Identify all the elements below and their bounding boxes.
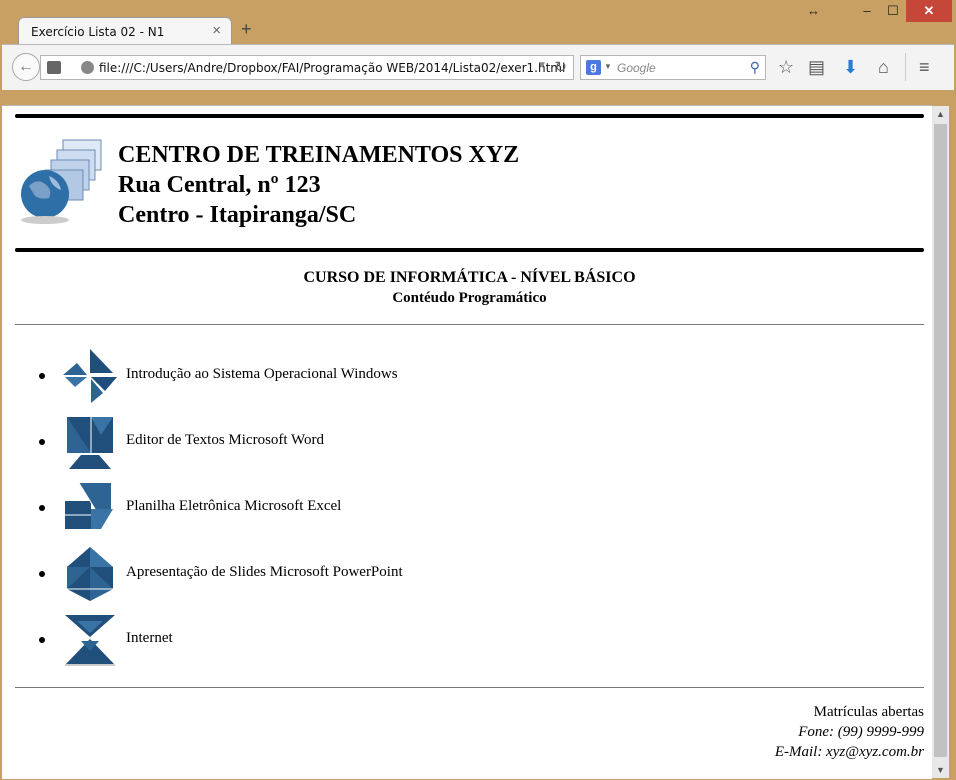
google-icon[interactable]: g (586, 60, 601, 75)
course-heading: CURSO DE INFORMÁTICA - NÍVEL BÁSICO Cont… (15, 268, 924, 308)
company-address: Rua Central, nº 123 (118, 172, 321, 198)
company-name: CENTRO DE TREINAMENTOS XYZ (118, 142, 520, 168)
bullet (39, 373, 45, 379)
search-bar[interactable]: g ▼ Google ⚲ (580, 55, 766, 80)
course-title: CURSO DE INFORMÁTICA - NÍVEL BÁSICO (303, 269, 636, 286)
tangram-windows-icon (63, 349, 117, 403)
menu-icon[interactable]: ≡ (919, 57, 930, 78)
scroll-up-icon[interactable]: ▲ (934, 106, 947, 122)
back-button[interactable]: ← (12, 53, 40, 81)
header-text: CENTRO DE TREINAMENTOS XYZ Rua Central, … (118, 140, 519, 230)
url-dropdown-icon[interactable]: ▼ (537, 60, 547, 71)
course-topic-list: Introdução ao Sistema Operacional Window… (15, 325, 924, 687)
url-bar[interactable]: file:///C:/Users/Andre/Dropbox/FAI/Progr… (40, 55, 574, 80)
page-content: CENTRO DE TREINAMENTOS XYZ Rua Central, … (15, 106, 924, 762)
bullet (39, 571, 45, 577)
bullet (39, 505, 45, 511)
bookmark-star-icon[interactable]: ☆ (778, 57, 794, 78)
navigation-bar: ← file:///C:/Users/Andre/Dropbox/FAI/Pro… (2, 44, 954, 90)
topic-label: Introdução ao Sistema Operacional Window… (126, 366, 398, 382)
enrollment-notice: Matrículas abertas (813, 704, 924, 720)
home-icon[interactable]: ⌂ (878, 57, 889, 78)
globe-windows-logo-icon (21, 139, 102, 224)
scroll-down-icon[interactable]: ▼ (934, 762, 947, 778)
topic-label: Internet (126, 630, 173, 646)
reading-list-icon[interactable]: ▤ (808, 57, 825, 78)
topic-label: Apresentação de Slides Microsoft PowerPo… (126, 564, 403, 580)
topic-label: Planilha Eletrônica Microsoft Excel (126, 498, 342, 514)
search-icon[interactable]: ⚲ (750, 59, 760, 76)
close-window-button[interactable]: ✕ (906, 0, 952, 22)
tab-title: Exercício Lista 02 - N1 (31, 25, 165, 39)
vertical-scrollbar[interactable]: ▲ ▼ (932, 106, 949, 778)
footer-divider (15, 687, 924, 688)
globe-icon (81, 61, 94, 74)
new-tab-icon[interactable]: + (241, 19, 252, 40)
search-engine-dropdown-icon[interactable]: ▼ (604, 62, 612, 71)
download-icon[interactable]: ⬇ (843, 57, 858, 78)
course-subtitle: Contéudo Programático (392, 290, 547, 306)
tangram-word-icon (67, 417, 113, 469)
browser-window: Exercício Lista 02 - N1 × + ↔ – ☐ ✕ ← fi… (0, 0, 956, 780)
page-footer: Matrículas abertas Fone: (99) 9999-999 E… (15, 702, 924, 762)
search-input[interactable]: Google (617, 61, 656, 75)
bullet (39, 439, 45, 445)
page-header: CENTRO DE TREINAMENTOS XYZ Rua Central, … (15, 118, 924, 248)
toolbar-separator (905, 53, 906, 81)
title-bar: Exercício Lista 02 - N1 × + ↔ – ☐ ✕ (0, 0, 956, 44)
resize-icon: ↔ (807, 3, 820, 18)
tab-close-icon[interactable]: × (212, 22, 221, 39)
tab-active[interactable]: Exercício Lista 02 - N1 × (18, 17, 232, 44)
phone-text: Fone: (99) 9999-999 (798, 724, 924, 740)
email-text: E-Mail: xyz@xyz.com.br (774, 744, 924, 760)
company-city: Centro - Itapiranga/SC (118, 202, 357, 228)
tangram-internet-icon (65, 615, 115, 666)
reload-icon[interactable]: ↻ (554, 58, 567, 76)
url-text[interactable]: file:///C:/Users/Andre/Dropbox/FAI/Progr… (99, 61, 565, 75)
page-identity-icon[interactable] (47, 61, 61, 74)
maximize-button[interactable]: ☐ (878, 0, 908, 22)
tangram-excel-icon (65, 482, 113, 529)
scroll-thumb[interactable] (934, 124, 947, 757)
bullet (39, 637, 45, 643)
header-divider (15, 248, 924, 252)
topic-label: Editor de Textos Microsoft Word (126, 432, 324, 448)
tangram-powerpoint-icon (67, 547, 113, 601)
page-viewport: CENTRO DE TREINAMENTOS XYZ Rua Central, … (2, 105, 932, 779)
